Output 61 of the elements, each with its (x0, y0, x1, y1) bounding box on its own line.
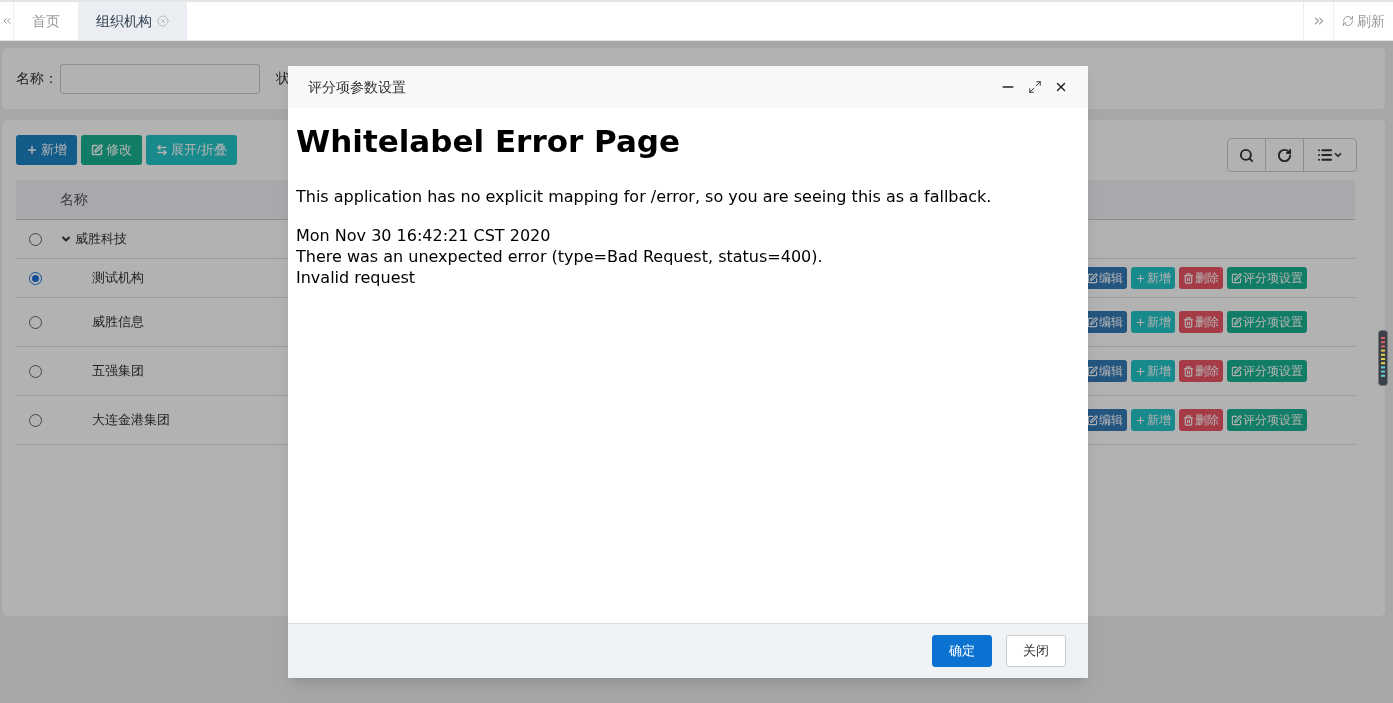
radio-button[interactable] (28, 271, 42, 285)
delete-button[interactable]: 删除 (1179, 409, 1223, 431)
radio-button[interactable] (28, 364, 42, 378)
edit-icon (91, 144, 103, 156)
add-button[interactable]: 新增 (16, 135, 77, 165)
confirm-button[interactable]: 确定 (932, 635, 992, 667)
dialog-title: 评分项参数设置 (308, 77, 406, 97)
table-cell-text: 威胜信息 (92, 313, 144, 332)
plus-icon (1135, 365, 1146, 377)
edit-icon (1231, 272, 1242, 284)
edit-icon (1231, 414, 1242, 426)
field-label: 名称： (16, 69, 58, 88)
radio-button[interactable] (28, 315, 42, 329)
edit-icon (1231, 365, 1242, 377)
delete-button[interactable]: 删除 (1179, 360, 1223, 382)
error-detail: Invalid request (296, 266, 417, 288)
add-button[interactable]: 新增 (1131, 360, 1175, 382)
radio-button[interactable] (28, 413, 42, 427)
table-cell-text: 大连金港集团 (92, 411, 170, 430)
maximize-icon[interactable] (1028, 80, 1042, 94)
tab[interactable]: 组织机构 (78, 2, 187, 40)
trash-icon (1183, 365, 1194, 377)
radio-button[interactable] (28, 232, 42, 246)
plus-icon (1135, 272, 1146, 284)
toggle-button[interactable]: 展开/折叠 (146, 135, 237, 165)
close-button[interactable]: 关闭 (1006, 635, 1066, 667)
error-detail: There was an unexpected error (type=Bad Request, status=400). (296, 245, 824, 267)
trash-icon (1183, 272, 1194, 284)
refresh-icon (1277, 147, 1292, 163)
refresh-button[interactable]: 刷新 (1333, 2, 1393, 40)
close-icon[interactable] (1054, 80, 1068, 94)
table-cell-text: 测试机构 (92, 269, 144, 288)
plus-icon (1135, 414, 1146, 426)
plus-icon (1135, 316, 1146, 328)
error-heading: Whitelabel Error Page (296, 122, 682, 161)
table-cell-text: 威胜科技 (75, 230, 127, 249)
add-button[interactable]: 新增 (1131, 267, 1175, 289)
delete-button[interactable]: 删除 (1179, 311, 1223, 333)
error-detail: Mon Nov 30 16:42:21 CST 2020 (296, 224, 552, 246)
input-field[interactable] (60, 63, 260, 94)
refresh-icon (1342, 15, 1354, 27)
swap-arrows-icon (156, 144, 168, 156)
plus-icon (26, 144, 38, 156)
list-icon (1317, 147, 1333, 163)
settings-button[interactable]: 评分项设置 (1227, 311, 1307, 333)
edit-button[interactable]: 修改 (81, 135, 142, 165)
level-meter-icon (1378, 330, 1388, 386)
search-icon (1239, 147, 1254, 163)
delete-button[interactable]: 删除 (1179, 267, 1223, 289)
table-cell-text: 五强集团 (92, 362, 144, 381)
edit-icon (1231, 316, 1242, 328)
trash-icon (1183, 316, 1194, 328)
add-button[interactable]: 新增 (1131, 311, 1175, 333)
error-message: This application has no explicit mapping for /error, so you are seeing this as a fallback. (296, 185, 993, 208)
trash-icon (1183, 414, 1194, 426)
settings-button[interactable]: 评分项设置 (1227, 267, 1307, 289)
settings-button[interactable]: 评分项设置 (1227, 409, 1307, 431)
column-header: 名称 (60, 190, 88, 209)
caret-down-icon (1333, 150, 1343, 160)
add-button[interactable]: 新增 (1131, 409, 1175, 431)
settings-button[interactable]: 评分项设置 (1227, 360, 1307, 382)
